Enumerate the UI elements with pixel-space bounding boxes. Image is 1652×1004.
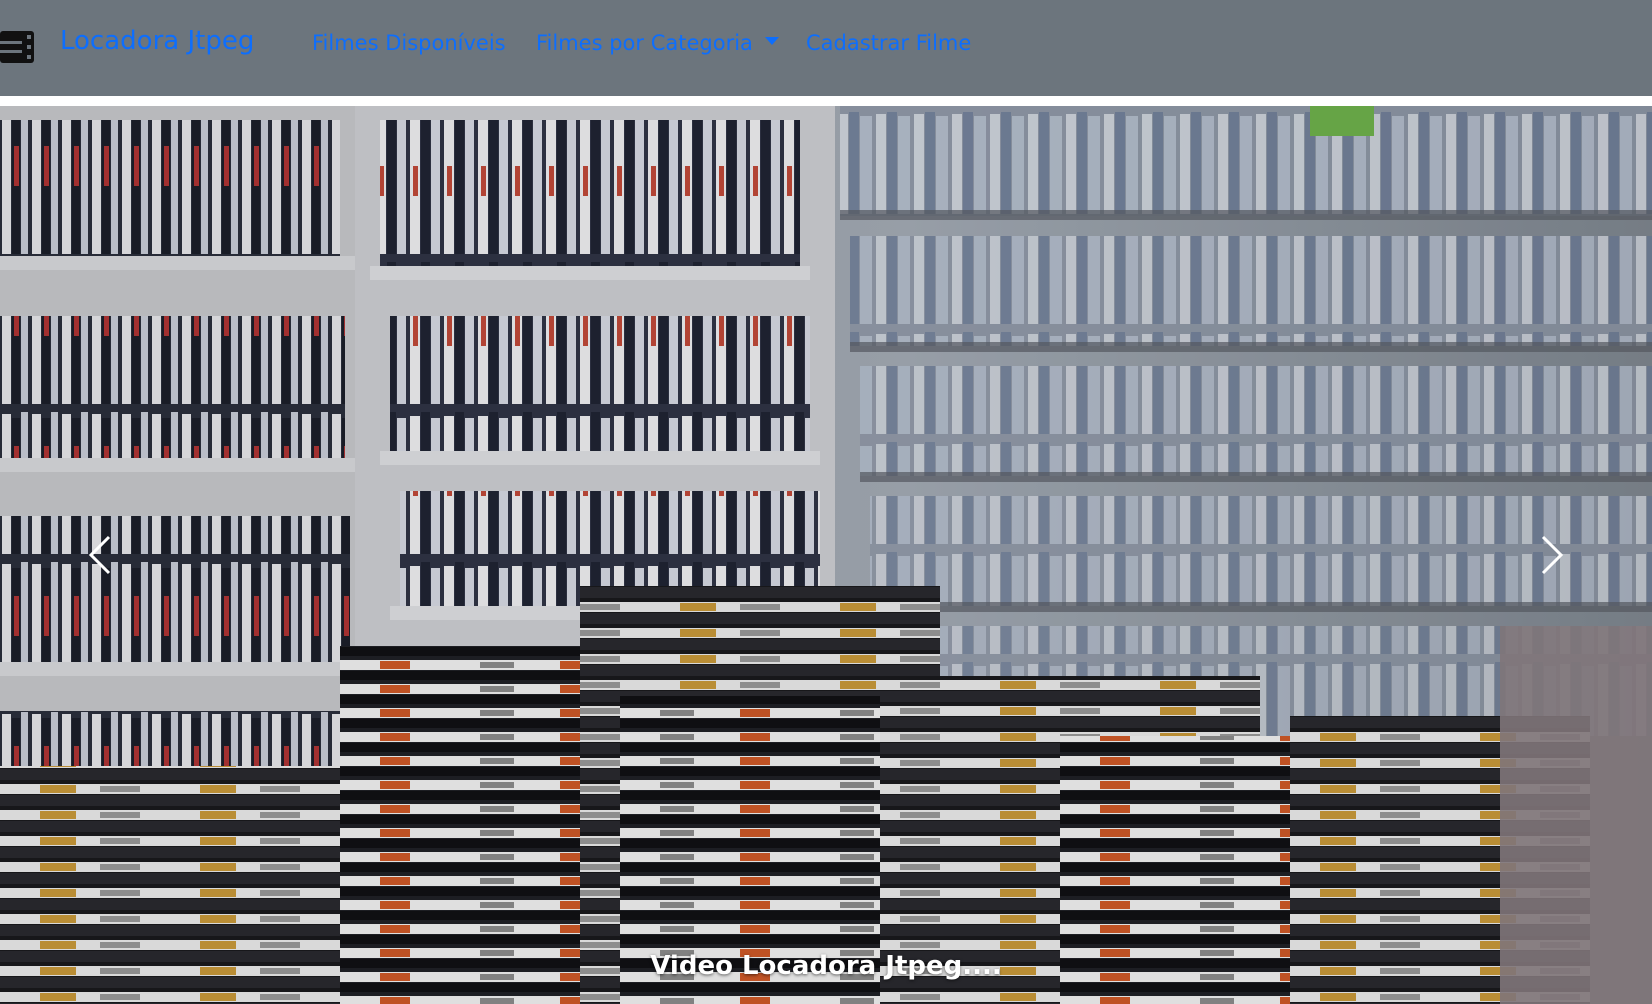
caret-down-icon (764, 37, 779, 45)
chevron-right-icon (1541, 535, 1564, 575)
film-strip-icon[interactable] (0, 28, 36, 66)
carousel-next-button[interactable] (1452, 106, 1652, 1004)
nav-link-label: Cadastrar Filme (806, 31, 972, 55)
navbar-brand[interactable]: Locadora Jtpeg (60, 26, 254, 56)
carousel-prev-button[interactable] (0, 106, 200, 1004)
hero-carousel: Video Locadora Jtpeg.... (0, 106, 1652, 1004)
chevron-left-icon (88, 535, 111, 575)
carousel-caption: Video Locadora Jtpeg.... (650, 951, 1002, 981)
nav-link-cadastrar-filme[interactable]: Cadastrar Filme (806, 31, 971, 55)
navbar: Locadora Jtpeg Filmes Disponíveis Filmes… (0, 0, 1652, 96)
nav-dropdown-filmes-por-categoria[interactable]: Filmes por Categoria (536, 31, 779, 55)
video-store-dvd-shelves-photo (0, 106, 1652, 1004)
nav-link-label: Filmes por Categoria (536, 31, 753, 55)
nav-link-filmes-disponiveis[interactable]: Filmes Disponíveis (312, 31, 506, 55)
nav-link-label: Filmes Disponíveis (312, 31, 506, 55)
